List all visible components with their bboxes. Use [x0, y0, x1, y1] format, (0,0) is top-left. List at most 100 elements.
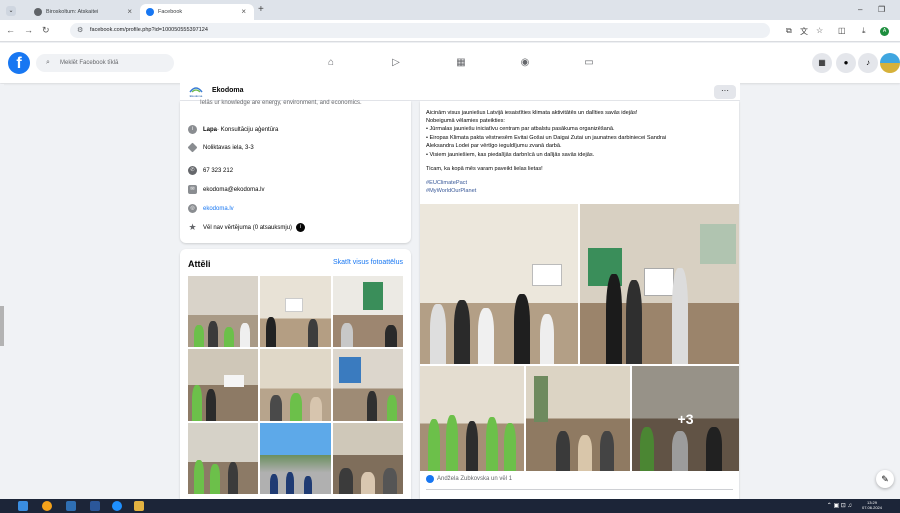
phone-icon: ✆: [188, 166, 197, 175]
more-photos-count[interactable]: +3: [632, 366, 739, 471]
hashtag-link[interactable]: #EUClimatePact: [426, 180, 467, 186]
chrome-icon[interactable]: [42, 501, 52, 511]
photo-thumbnail[interactable]: [260, 276, 331, 348]
download-icon[interactable]: ⤓: [862, 26, 866, 36]
address-row: Noliktavas iela, 3-3: [187, 142, 254, 153]
post-photo[interactable]: [420, 366, 524, 471]
photo-thumbnail[interactable]: [188, 349, 259, 421]
post-text-line: • Jūrmalas jauniešu iniciatīvu centram p…: [426, 126, 615, 132]
word-icon[interactable]: [90, 501, 100, 511]
menu-grid-icon[interactable]: ▦: [812, 53, 832, 73]
tab-atskaitei[interactable]: Biroskoltum: Atskaitei ×: [28, 4, 140, 20]
scrollbar-thumb[interactable]: [0, 306, 4, 346]
restore-icon[interactable]: ❐: [878, 5, 885, 14]
search-placeholder: Meklēt Facebook tīklā: [60, 60, 119, 66]
back-icon[interactable]: ←: [6, 25, 15, 35]
facebook-header: f ⌕ Meklēt Facebook tīklā ⌂ ▷ ▦ ◉ ▭ ▦ ● …: [0, 43, 900, 83]
tab-search-icon[interactable]: ⌄: [6, 6, 16, 16]
windows-taskbar: ⌃ ▣ ⊡ ♫ 13:29 07.06.2024: [0, 499, 900, 513]
website-link[interactable]: ekodoma.lv: [203, 206, 234, 212]
tab-facebook[interactable]: Facebook ×: [140, 4, 254, 20]
new-message-button[interactable]: ✎: [876, 470, 894, 488]
reload-icon[interactable]: ↻: [42, 25, 50, 36]
marketplace-icon[interactable]: ▦: [453, 55, 469, 71]
post-photo[interactable]: [526, 366, 630, 471]
category-row: i Lapa · Konsultāciju aģentūra: [188, 125, 278, 134]
post-text-line: • Eiropas Klimata pakta vēstnesēm Evitai…: [426, 135, 667, 141]
notifications-icon[interactable]: ♪: [858, 53, 878, 73]
home-icon[interactable]: ⌂: [323, 55, 339, 71]
hashtag-link[interactable]: #MyWorldOurPlanet: [426, 188, 476, 194]
category-value: · Konsultāciju aģentūra: [217, 126, 279, 133]
category-label: Lapa: [203, 126, 218, 133]
rating-text: Vēl nav vērtējuma (0 atsauksmju): [203, 224, 293, 231]
photo-thumbnail[interactable]: [332, 276, 403, 348]
photos-title: Attēli: [188, 259, 211, 269]
post-photo[interactable]: [580, 204, 739, 364]
post-text-line: Ticam, ka kopā mēs varam paveikt lielas …: [426, 166, 543, 172]
photo-thumbnail[interactable]: [188, 276, 259, 348]
like-icon: [426, 475, 434, 483]
start-icon[interactable]: [18, 501, 28, 511]
facebook-logo[interactable]: f: [8, 52, 30, 74]
cast-icon[interactable]: ⧉: [786, 26, 792, 36]
photo-thumbnail[interactable]: [188, 422, 259, 494]
scrollbar[interactable]: [0, 84, 4, 494]
more-options-button[interactable]: ···: [714, 85, 736, 99]
forward-icon[interactable]: →: [24, 25, 33, 35]
post-text-line: Aicinām visus jauniešus Latvijā iesaistī…: [426, 110, 638, 116]
new-tab-icon[interactable]: +: [258, 4, 264, 15]
post-photo[interactable]: [420, 204, 578, 364]
video-icon[interactable]: ▷: [388, 55, 404, 71]
extensions-icon[interactable]: ◫: [838, 26, 846, 35]
url-input[interactable]: ⚙ facebook.com/profile.php?id=1000505553…: [70, 23, 770, 38]
page-name[interactable]: Ekodoma: [212, 87, 244, 94]
photo-grid: [188, 276, 403, 494]
photo-thumbnail[interactable]: [332, 349, 403, 421]
info-icon: i: [188, 125, 197, 134]
system-tray-icons[interactable]: ⌃ ▣ ⊡ ♫: [827, 502, 852, 509]
teams-icon[interactable]: [66, 501, 76, 511]
reactions-summary[interactable]: Andžela Zubkovska un vēl 1: [426, 475, 512, 483]
close-icon[interactable]: ×: [241, 7, 246, 16]
photo-thumbnail[interactable]: [260, 422, 331, 494]
post-photos-row: +3: [420, 366, 739, 471]
edge-icon[interactable]: [112, 501, 122, 511]
photo-thumbnail[interactable]: [332, 422, 403, 494]
facebook-icon: [146, 8, 154, 16]
globe-icon: [34, 8, 42, 16]
tab-title: Biroskoltum: Atskaitei: [46, 9, 99, 15]
site-info-icon[interactable]: ⚙: [77, 23, 83, 38]
directions-icon: [187, 142, 198, 153]
photo-thumbnail[interactable]: [260, 349, 331, 421]
search-icon: ⌕: [46, 59, 50, 66]
browser-profile-avatar[interactable]: A: [880, 27, 889, 36]
taskbar-clock[interactable]: 13:29 07.06.2024: [862, 500, 882, 510]
groups-icon[interactable]: ◉: [517, 55, 533, 71]
folder-icon[interactable]: [134, 501, 144, 511]
photos-card: Attēli Skatīt visus fotoattēlus: [180, 249, 411, 499]
reactions-text: Andžela Zubkovska un vēl 1: [437, 476, 513, 482]
email-text[interactable]: ekodoma@ekodoma.lv: [203, 187, 264, 193]
minimize-icon[interactable]: –: [858, 5, 862, 14]
gaming-icon[interactable]: ▭: [581, 55, 597, 71]
page-header: Ekodoma Ekodoma ···: [180, 83, 740, 101]
url-text: facebook.com/profile.php?id=100050555397…: [90, 27, 208, 33]
profile-avatar[interactable]: [880, 53, 900, 73]
translate-icon[interactable]: 文: [800, 26, 808, 37]
address-text: Noliktavas iela, 3-3: [203, 144, 254, 151]
tab-title: Facebook: [158, 9, 183, 15]
bookmark-star-icon[interactable]: ☆: [816, 26, 823, 35]
ekodoma-logo[interactable]: Ekodoma: [188, 86, 204, 98]
website-row: ◎ ekodoma.lv: [188, 204, 234, 213]
post-card: Aicinām visus jauniešus Latvijā iesaistī…: [420, 101, 739, 499]
facebook-search-input[interactable]: ⌕ Meklēt Facebook tīklā: [36, 54, 174, 72]
see-all-photos-link[interactable]: Skatīt visus fotoattēlus: [333, 259, 403, 266]
post-photo-more[interactable]: +3: [632, 366, 739, 471]
close-icon[interactable]: ×: [127, 7, 132, 16]
messenger-icon[interactable]: ●: [836, 53, 856, 73]
divider: [426, 489, 733, 490]
address-bar: ← → ↻ ⚙ facebook.com/profile.php?id=1000…: [0, 20, 900, 42]
clock-date: 07.06.2024: [861, 505, 882, 510]
info-icon[interactable]: i: [296, 223, 306, 232]
